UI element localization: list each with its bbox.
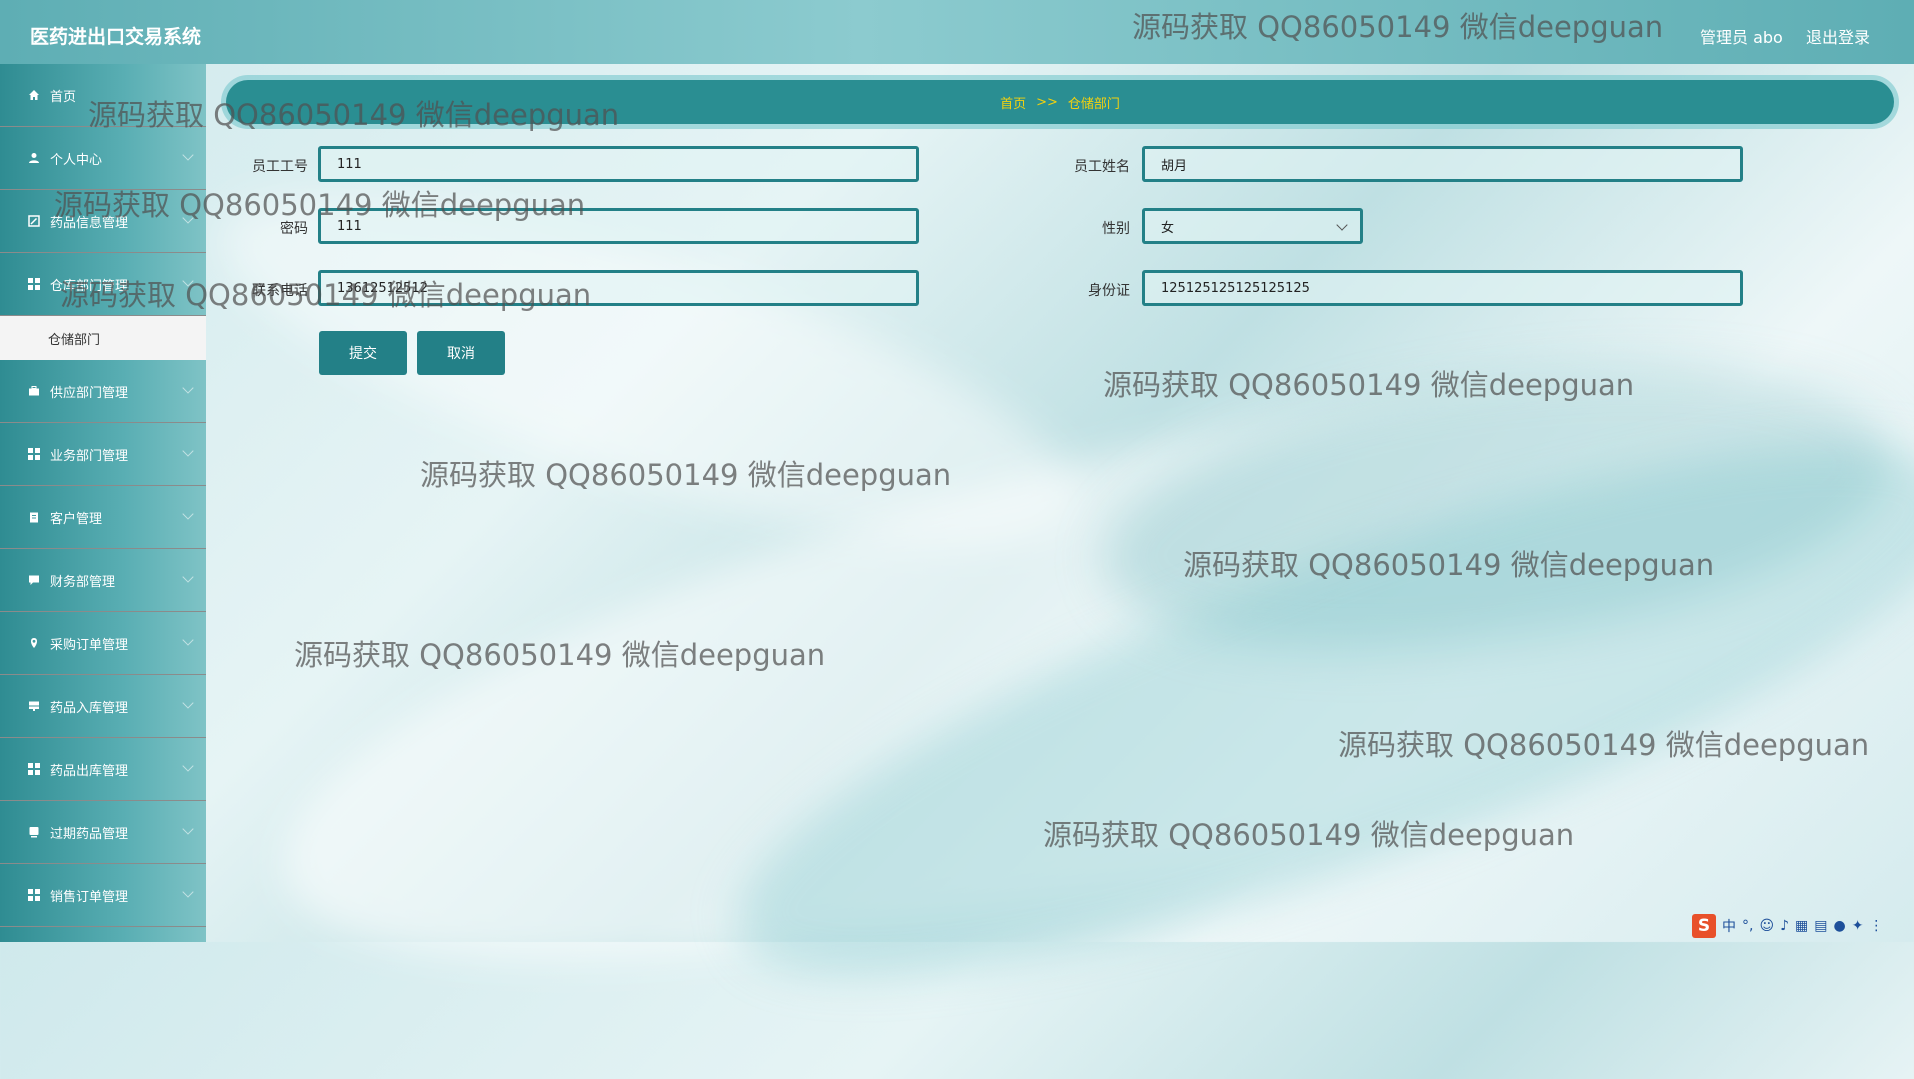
grid-icon [28, 763, 40, 775]
watermark-text: 源码获取 QQ86050149 微信deepguan [1103, 368, 1635, 402]
submit-button[interactable]: 提交 [319, 331, 407, 375]
clipboard-icon [28, 511, 40, 523]
chevron-down-icon [182, 149, 194, 161]
chevron-down-icon [182, 382, 194, 394]
current-user: 管理员 abo [1700, 28, 1783, 47]
breadcrumb-current: 仓储部门 [1067, 96, 1120, 112]
sidebar-item-home[interactable]: 首页 [0, 64, 206, 127]
punctuation-icon[interactable]: °, [1742, 918, 1753, 934]
sidebar-subitem-warehouse[interactable]: 仓储部门 [0, 316, 206, 360]
comment-icon [28, 574, 40, 586]
gender-select-value: 女 [1161, 220, 1175, 236]
microphone-icon[interactable]: ♪ [1780, 918, 1789, 934]
sidebar: 首页 个人中心 药品信息管理 仓库部门管理 仓储部门 供应部门管理 业务部门管理 [0, 64, 206, 942]
breadcrumb-home[interactable]: 首页 [1000, 93, 1026, 112]
app-title: 医药进出口交易系统 [30, 26, 202, 48]
watermark-text: 源码获取 QQ86050149 微信deepguan [420, 458, 952, 492]
chevron-down-icon [182, 823, 194, 835]
emoji-icon[interactable]: ☺ [1759, 918, 1774, 934]
cancel-button[interactable]: 取消 [417, 331, 505, 375]
sidebar-item-label: 仓库部门管理 [50, 278, 129, 294]
chevron-down-icon [182, 571, 194, 583]
sidebar-item-drug-outbound[interactable]: 药品出库管理 [0, 738, 206, 801]
phone-label: 联系电话 [252, 283, 308, 299]
skin-icon[interactable]: ✦ [1852, 918, 1864, 934]
chevron-down-icon [182, 760, 194, 772]
sidebar-item-label: 客户管理 [50, 511, 103, 527]
logout-link[interactable]: 退出登录 [1806, 24, 1870, 48]
breadcrumb-separator: >> [1036, 94, 1058, 110]
sogou-logo-icon[interactable]: S [1692, 914, 1716, 938]
sidebar-item-label: 业务部门管理 [50, 448, 129, 464]
sidebar-item-customers[interactable]: 客户管理 [0, 486, 206, 549]
watermark-text: 源码获取 QQ86050149 微信deepguan [1183, 548, 1715, 582]
chevron-down-icon [182, 508, 194, 520]
top-header: 医药进出口交易系统 管理员 abo 退出登录 [0, 0, 1914, 64]
watermark-text: 源码获取 QQ86050149 微信deepguan [1043, 818, 1575, 852]
keyboard-icon[interactable]: ▦ [1795, 918, 1808, 934]
gender-label: 性别 [1102, 221, 1130, 237]
menu-icon[interactable]: ⋮ [1869, 918, 1883, 934]
sidebar-item-label: 销售订单管理 [50, 889, 129, 905]
sidebar-item-label: 过期药品管理 [50, 826, 129, 842]
password-input[interactable]: 111 [318, 208, 919, 244]
sidebar-item-finance[interactable]: 财务部管理 [0, 549, 206, 612]
sidebar-item-expired-drugs[interactable]: 过期药品管理 [0, 801, 206, 864]
sidebar-item-supply-dept[interactable]: 供应部门管理 [0, 360, 206, 423]
grid-icon [28, 889, 40, 901]
chevron-down-icon [182, 697, 194, 709]
drive-icon [28, 826, 40, 838]
sidebar-item-purchase-orders[interactable]: 采购订单管理 [0, 612, 206, 675]
breadcrumb: 首页 >> 仓储部门 [226, 80, 1894, 124]
chevron-down-icon [182, 886, 194, 898]
user-avatar-icon[interactable]: ● [1833, 918, 1845, 934]
phone-input[interactable]: 13612512512 [318, 270, 919, 306]
grid-icon [28, 278, 40, 290]
emp-name-label: 员工姓名 [1074, 159, 1130, 175]
chevron-down-icon [1336, 219, 1348, 231]
chevron-down-icon [182, 275, 194, 287]
sidebar-item-label: 财务部管理 [50, 574, 116, 590]
gender-select[interactable]: 女 [1142, 208, 1363, 244]
sidebar-item-label: 采购订单管理 [50, 637, 129, 653]
toolbox-icon[interactable]: ▤ [1814, 918, 1827, 934]
chevron-down-icon [182, 445, 194, 457]
sidebar-item-drug-info[interactable]: 药品信息管理 [0, 190, 206, 253]
sidebar-item-label: 首页 [50, 89, 77, 105]
ime-mode-label[interactable]: 中 [1722, 916, 1736, 936]
sidebar-item-personal-center[interactable]: 个人中心 [0, 127, 206, 190]
chevron-down-icon [182, 634, 194, 646]
edit-icon [28, 215, 40, 227]
sidebar-item-sales-orders[interactable]: 销售订单管理 [0, 864, 206, 927]
sidebar-item-business-dept[interactable]: 业务部门管理 [0, 423, 206, 486]
id-card-input[interactable]: 125125125125125125 [1142, 270, 1743, 306]
sidebar-item-label: 药品入库管理 [50, 700, 129, 716]
user-icon [28, 152, 40, 164]
sidebar-item-label: 药品出库管理 [50, 763, 129, 779]
id-card-label: 身份证 [1088, 283, 1130, 299]
sidebar-item-label: 药品信息管理 [50, 215, 129, 231]
sidebar-item-warehouse-dept[interactable]: 仓库部门管理 [0, 253, 206, 316]
sidebar-item-label: 供应部门管理 [50, 385, 129, 401]
grid-icon [28, 448, 40, 460]
emp-name-input[interactable]: 胡月 [1142, 146, 1743, 182]
emp-no-label: 员工工号 [252, 159, 308, 175]
watermark-text: 源码获取 QQ86050149 微信deepguan [294, 638, 826, 672]
ime-toolbar: S 中 °, ☺ ♪ ▦ ▤ ● ✦ ⋮ [1692, 912, 1914, 940]
sidebar-item-drug-inbound[interactable]: 药品入库管理 [0, 675, 206, 738]
chevron-down-icon [182, 212, 194, 224]
emp-no-input[interactable]: 111 [318, 146, 919, 182]
briefcase-icon [28, 385, 40, 397]
server-icon [28, 700, 40, 712]
location-icon [28, 637, 40, 649]
watermark-text: 源码获取 QQ86050149 微信deepguan [1338, 728, 1870, 762]
password-label: 密码 [280, 221, 308, 237]
home-icon [28, 89, 40, 101]
sidebar-item-label: 个人中心 [50, 152, 103, 168]
